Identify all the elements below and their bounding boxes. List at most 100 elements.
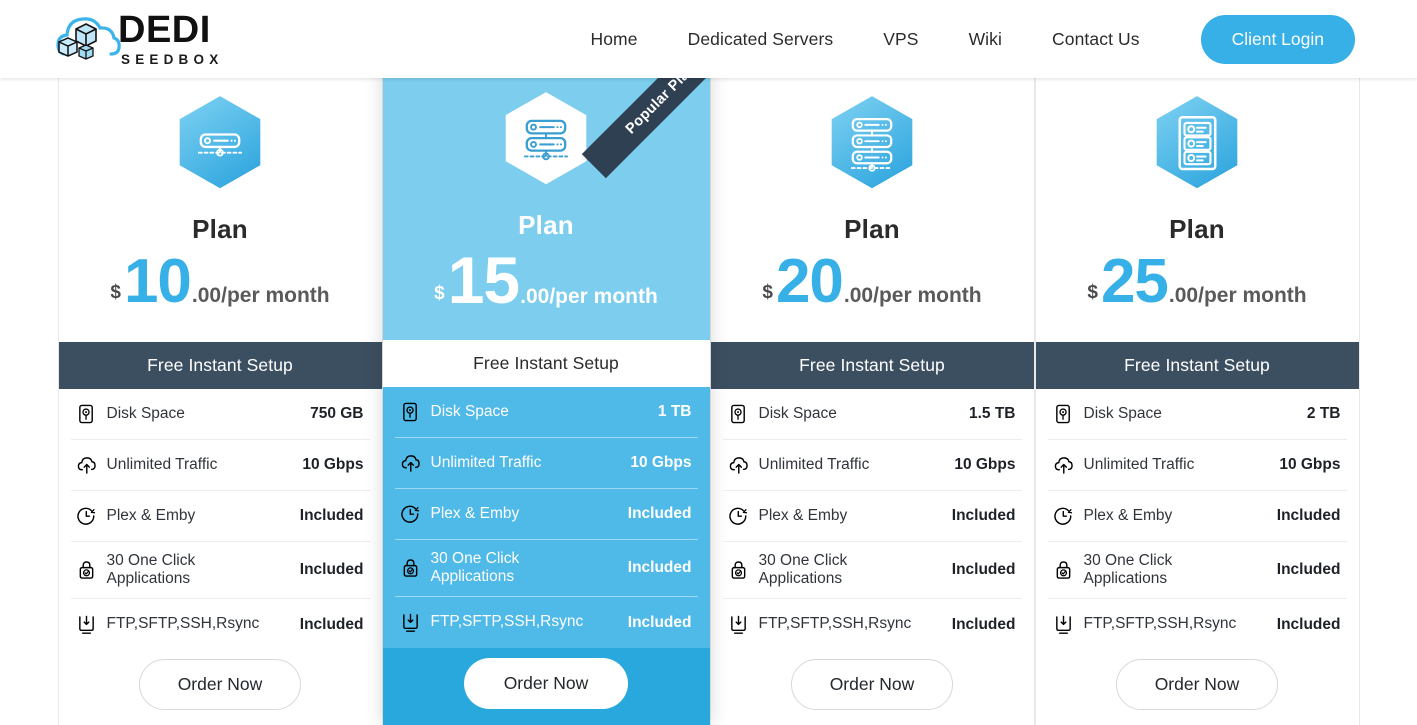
feature-row: Plex & Emby Included <box>70 491 370 542</box>
order-button-wrap: Order Now <box>711 650 1034 725</box>
client-login-button[interactable]: Client Login <box>1200 14 1355 64</box>
nav-wiki[interactable]: Wiki <box>944 29 1027 50</box>
feature-row: FTP,SFTP,SSH,Rsync Included <box>71 599 370 650</box>
price-period: .00/per month <box>843 284 982 307</box>
lock-check-icon <box>1054 559 1084 581</box>
currency-symbol: $ <box>1087 282 1098 303</box>
feature-label: Disk Space <box>106 404 185 422</box>
feature-value: Included <box>951 507 1016 524</box>
feature-value: Included <box>299 615 364 633</box>
feature-value: Included <box>1276 615 1341 633</box>
feature-label: FTP,SFTP,SSH,Rsync <box>758 615 912 633</box>
feature-row: Disk Space 1 TB <box>394 387 698 438</box>
clock-icon <box>728 505 759 527</box>
plan-card-10: Plan $ 10 .00/per month Free Instant Set… <box>57 78 383 725</box>
feature-value: 1 TB <box>657 403 692 420</box>
price-amount: 25 <box>1100 247 1169 316</box>
site-header: DEDI SEEDBOX Home Dedicated Servers VPS … <box>0 0 1417 78</box>
currency-symbol: $ <box>434 283 445 304</box>
price-amount: 15 <box>447 243 520 317</box>
feature-row: Plex & Emby Included <box>394 489 698 540</box>
feature-label: Unlimited Traffic <box>430 453 542 471</box>
currency-symbol: $ <box>762 282 773 303</box>
nav-contact-us[interactable]: Contact Us <box>1027 29 1165 50</box>
feature-row: Disk Space 750 GB <box>70 389 370 440</box>
feature-label: Disk Space <box>758 404 837 422</box>
feature-row: FTP,SFTP,SSH,Rsync Included <box>723 599 1022 650</box>
main-navigation: Home Dedicated Servers VPS Wiki Contact … <box>565 14 1355 64</box>
site-logo[interactable]: DEDI SEEDBOX <box>56 4 223 74</box>
free-instant-setup-bar: Free Instant Setup <box>1035 342 1359 389</box>
feature-label: Disk Space <box>1083 404 1162 422</box>
clock-icon <box>1053 505 1084 527</box>
feature-value: Included <box>1276 507 1341 524</box>
order-now-button[interactable]: Order Now <box>790 659 954 710</box>
feature-value: Included <box>627 613 692 631</box>
nav-vps[interactable]: VPS <box>858 29 943 50</box>
monitor-download-icon <box>729 614 759 636</box>
plan-title: Plan <box>844 214 900 244</box>
order-button-wrap: Order Now <box>1036 650 1359 725</box>
feature-label: Disk Space <box>430 402 509 420</box>
feature-row: Plex & Emby Included <box>1047 491 1347 542</box>
feature-value: Included <box>951 561 1016 578</box>
price-period: .00/per month <box>520 285 658 308</box>
feature-label: 30 One Click Applications <box>758 551 848 587</box>
plan-header: Plan $ 10 .00/per month <box>59 78 382 342</box>
free-instant-setup-bar: Free Instant Setup <box>710 342 1034 389</box>
feature-value: 10 Gbps <box>630 454 692 471</box>
plan-header: Plan $ 20 .00/per month <box>711 78 1034 342</box>
plan-card-25: Plan $ 25 .00/per month Free Instant Set… <box>1034 78 1360 725</box>
lock-check-icon <box>77 559 107 581</box>
feature-value: Included <box>1276 561 1341 578</box>
cloud-upload-icon <box>1054 454 1084 476</box>
cloud-upload-icon <box>77 454 107 476</box>
feature-row: Plex & Emby Included <box>722 491 1022 542</box>
price-period: .00/per month <box>1168 284 1307 307</box>
price-amount: 10 <box>123 247 192 316</box>
feature-label: 30 One Click Applications <box>1083 551 1173 587</box>
order-button-wrap: Order Now <box>382 648 710 725</box>
feature-label: 30 One Click Applications <box>106 551 196 587</box>
plan-title: Plan <box>1169 214 1225 244</box>
feature-row: Unlimited Traffic 10 Gbps <box>1047 440 1347 491</box>
feature-label: Plex & Emby <box>106 506 196 524</box>
feature-row: Unlimited Traffic 10 Gbps <box>722 440 1022 491</box>
plan-header: Plan $ 25 .00/per month <box>1036 78 1359 342</box>
feature-label: FTP,SFTP,SSH,Rsync <box>430 613 584 631</box>
feature-list: Disk Space 1.5 TB Unlimited Traffic 10 G… <box>711 389 1034 650</box>
plan-card-20: Plan $ 20 .00/per month Free Instant Set… <box>709 78 1035 725</box>
order-now-button[interactable]: Order Now <box>1115 659 1279 710</box>
plan-price: $ 25 .00/per month <box>1087 251 1306 313</box>
feature-label: Plex & Emby <box>1083 506 1173 524</box>
feature-value: Included <box>299 561 364 578</box>
monitor-download-icon <box>1054 614 1084 636</box>
feature-value: Included <box>299 507 364 524</box>
price-period: .00/per month <box>191 284 330 307</box>
feature-row: Disk Space 2 TB <box>1047 389 1347 440</box>
plan-title: Plan <box>192 214 248 244</box>
cloud-upload-icon <box>729 454 759 476</box>
feature-value: 10 Gbps <box>302 456 364 473</box>
feature-value: 750 GB <box>310 405 364 422</box>
feature-value: 1.5 TB <box>968 405 1016 422</box>
feature-value: Included <box>627 505 692 522</box>
feature-row: Disk Space 1.5 TB <box>722 389 1022 440</box>
feature-row: Unlimited Traffic 10 Gbps <box>394 438 698 489</box>
feature-label: FTP,SFTP,SSH,Rsync <box>1083 615 1237 633</box>
feature-value: Included <box>951 615 1016 633</box>
feature-row: 30 One Click Applications Included <box>394 540 698 597</box>
nav-home[interactable]: Home <box>565 29 662 50</box>
hard-drive-icon <box>729 403 759 425</box>
feature-label: Unlimited Traffic <box>758 455 870 473</box>
feature-row: 30 One Click Applications Included <box>70 542 370 599</box>
nav-dedicated-servers[interactable]: Dedicated Servers <box>663 29 859 50</box>
feature-list: Disk Space 1 TB Unlimited Traffic 10 Gbp… <box>382 387 710 648</box>
free-instant-setup-bar: Free Instant Setup <box>58 342 382 389</box>
order-now-button[interactable]: Order Now <box>138 659 302 710</box>
hard-drive-icon <box>1054 403 1084 425</box>
price-amount: 20 <box>775 247 844 316</box>
logo-main-text: DEDI <box>118 9 211 51</box>
order-now-button[interactable]: Order Now <box>463 658 629 709</box>
feature-list: Disk Space 750 GB Unlimited Traffic 10 G… <box>59 389 382 650</box>
